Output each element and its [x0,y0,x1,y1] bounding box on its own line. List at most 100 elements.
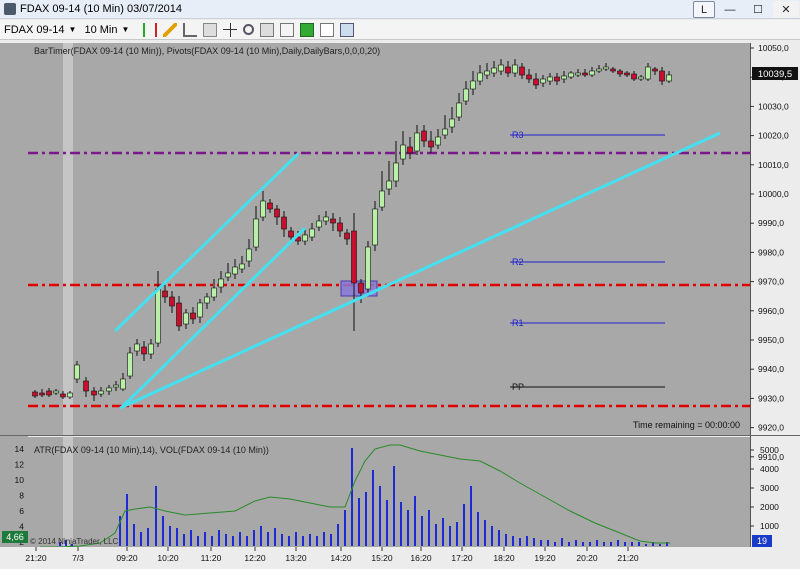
candle-up [414,132,420,152]
volume-tick-label: 1000 [760,521,779,531]
volume-bar [442,518,444,546]
candle-up [561,75,567,80]
volume-bar [351,448,353,546]
candle-up [393,162,399,182]
pencil-icon[interactable] [163,22,178,37]
chevron-down-icon: ▼ [68,25,77,34]
volume-bar [582,542,584,546]
candle-up [400,144,406,160]
volume-bar [126,494,128,546]
zoom-icon[interactable] [243,24,255,35]
candle-down [46,390,52,396]
candle-up [589,70,595,76]
candle-up [113,384,119,388]
bar-type-icon[interactable] [143,22,158,37]
volume-bar [162,516,164,546]
maximize-button[interactable]: ☐ [745,1,771,18]
candle-up [323,216,329,222]
volume-bar [533,538,535,546]
candle-down [330,218,336,224]
interval-selector[interactable]: 10 Min ▼ [84,22,129,38]
instrument-selector[interactable]: FDAX 09-14 ▼ [4,22,76,38]
candle-down [190,312,196,320]
volume-bar [414,496,416,546]
volume-bar [463,504,465,546]
candle-up [225,272,231,278]
volume-bar [547,540,549,546]
pivot-r1-label: R1 [512,318,524,328]
volume-bar [365,492,367,546]
candle-down [624,72,630,76]
minimize-button[interactable]: — [717,1,743,18]
candle-up [470,80,476,90]
time-tick-label: 09:20 [116,553,138,563]
volume-bar [218,530,220,546]
candle-up [568,72,574,78]
app-icon [4,3,16,15]
candle-down [582,72,588,76]
volume-bar [645,544,647,546]
volume-bar [484,520,486,546]
candle-up [386,180,392,190]
candle-up [246,248,252,262]
volume-bar [659,544,661,546]
volume-tick-label: 4000 [760,464,779,474]
candle-up [211,287,217,298]
candle-up [484,70,490,76]
chart-trader-icon[interactable] [340,22,355,37]
left-margin [0,43,28,547]
price-tick-label: 9980,0 [758,247,784,257]
data-box-icon[interactable] [280,22,295,37]
candle-up [120,378,126,390]
candle-up [218,278,224,288]
volume-bar [323,532,325,546]
indicators-icon[interactable] [300,22,315,37]
candle-down [83,380,89,392]
candle-up [666,74,672,82]
candle-down [407,146,413,154]
volume-bar [358,498,360,546]
candle-down [274,208,280,218]
atr-tick-label: 14 [15,444,25,454]
candle-up [442,128,448,136]
candle-down [344,232,350,240]
properties-icon[interactable] [260,22,275,37]
volume-bar [169,526,171,546]
price-tick-label: 10030,0 [758,101,789,111]
volume-bar [155,486,157,546]
candle-up [106,387,112,392]
volume-bar [372,470,374,546]
volume-bar [575,540,577,546]
volume-bar [568,542,570,546]
time-tick-label: 18:20 [493,553,515,563]
candle-up [449,118,455,128]
volume-bar [379,486,381,546]
candle-up [372,208,378,246]
volume-bar [176,528,178,546]
time-tick-label: 11:20 [201,553,222,563]
candle-up [148,343,154,355]
price-tick-label: 10000,0 [758,189,789,199]
volume-bar [225,534,227,546]
volume-bar [133,524,135,546]
time-tick-label: 21:20 [25,553,47,563]
draw-tools-icon[interactable] [183,22,198,37]
volume-bar [540,540,542,546]
strategies-icon[interactable] [320,22,335,37]
link-button[interactable]: L [693,1,715,18]
candle-up [498,64,504,72]
price-tick-label: 10020,0 [758,131,789,141]
pivot-r2-label: R2 [512,257,524,267]
chart-area[interactable]: BarTimer(FDAX 09-14 (10 Min)), Pivots(FD… [0,41,800,569]
candle-up [456,102,462,118]
crosshair-icon[interactable] [223,22,238,37]
time-tick-label: 21:20 [617,553,639,563]
price-tick-label: 9960,0 [758,306,784,316]
volume-bar [267,532,269,546]
volume-bar [624,542,626,546]
eraser-icon[interactable] [203,22,218,37]
candle-up [435,136,441,146]
time-tick-label: 20:20 [576,553,598,563]
close-button[interactable]: ✕ [773,1,799,18]
time-tick-label: 10:20 [157,553,179,563]
